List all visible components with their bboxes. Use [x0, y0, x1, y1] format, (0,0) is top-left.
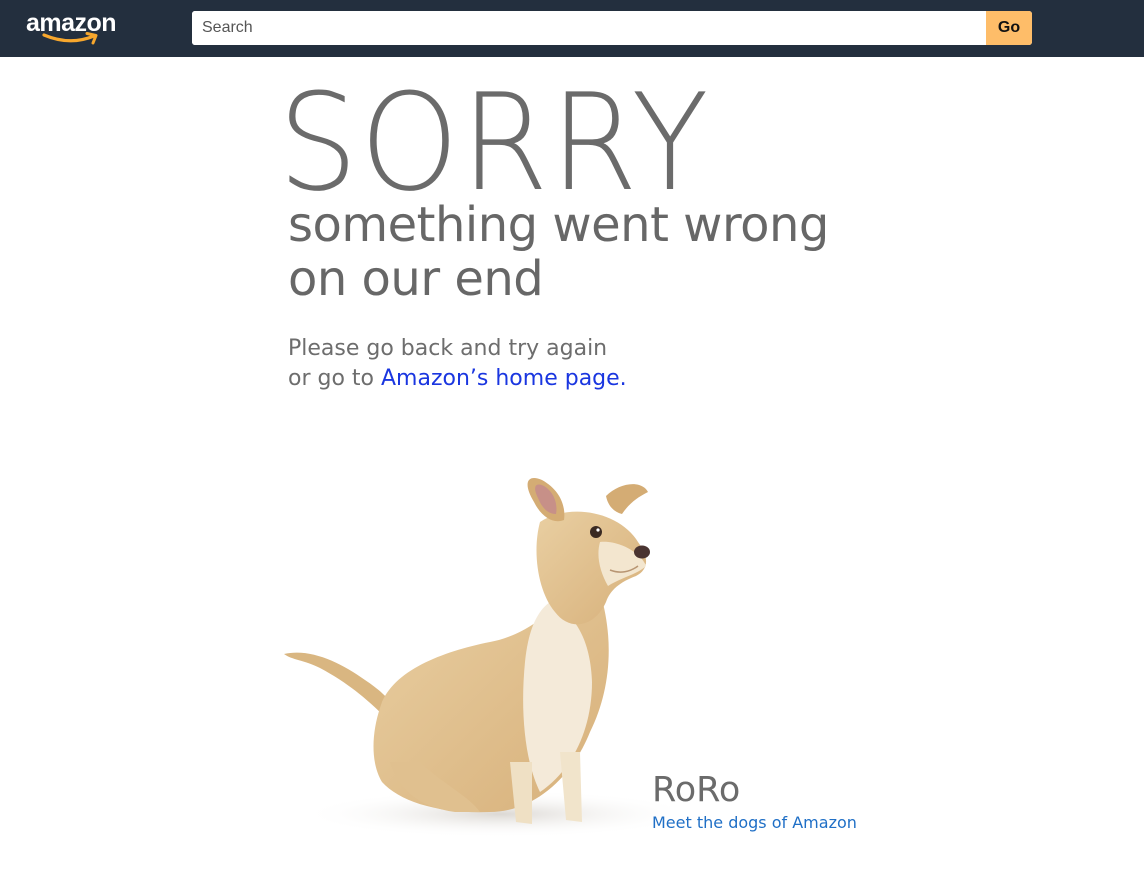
dog-photo: [284, 478, 670, 838]
search-input[interactable]: [192, 11, 986, 45]
instruction-line-2: or go to Amazon’s home page.: [288, 364, 627, 394]
error-subtitle-line-2: on our end: [288, 251, 544, 307]
top-navigation-bar: amazon Go: [0, 0, 1144, 57]
error-subtitle: something went wrong on our end: [288, 198, 829, 306]
meet-the-dogs-link[interactable]: Meet the dogs of Amazon: [652, 812, 857, 834]
go-button[interactable]: Go: [986, 11, 1032, 45]
dog-name: RoRo: [652, 770, 741, 810]
amazon-logo[interactable]: amazon: [26, 10, 126, 46]
instruction-line-2-prefix: or go to: [288, 366, 381, 391]
instruction-line-1: Please go back and try again: [288, 336, 608, 361]
amazon-home-page-link[interactable]: Amazon’s home page.: [381, 366, 627, 391]
search-bar: Go: [192, 11, 1032, 45]
error-subtitle-line-1: something went wrong: [288, 197, 829, 253]
amazon-smile-arrow-icon: [42, 32, 98, 45]
error-instructions: Please go back and try again or go to Am…: [288, 334, 627, 394]
sorry-headline: SORRY: [278, 65, 711, 221]
